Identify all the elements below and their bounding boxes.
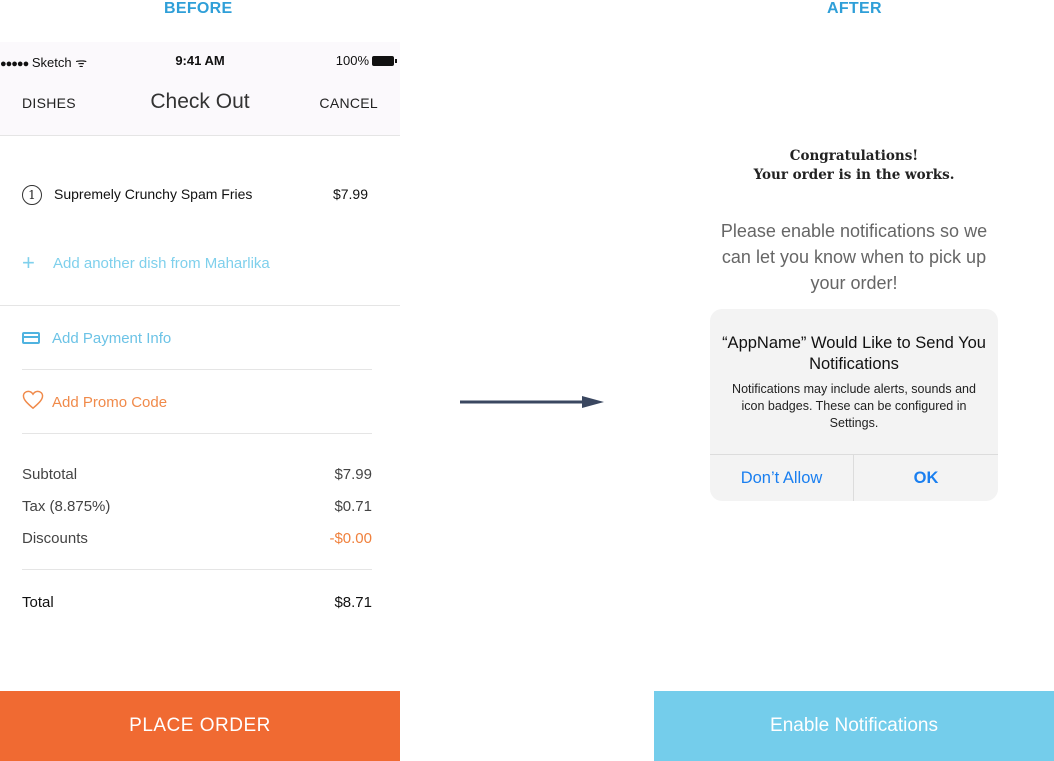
item-price: $7.99: [332, 186, 368, 202]
divider: [0, 305, 400, 306]
subtotal-row: Subtotal $7.99: [22, 466, 372, 486]
alert-message: Notifications may include alerts, sounds…: [732, 382, 976, 430]
arrow-right-icon: [460, 396, 604, 408]
navigation-bar: DISHES Check Out CANCEL: [0, 78, 400, 136]
congrats-message: Congratulations! Your order is in the wo…: [654, 147, 1054, 185]
enable-notifications-button[interactable]: Enable Notifications: [654, 691, 1054, 761]
discounts-label: Discounts: [22, 530, 88, 547]
congrats-line-2: Your order is in the works.: [753, 167, 955, 183]
alert-title: “AppName” Would Like to Send You Notific…: [722, 334, 986, 373]
place-order-button[interactable]: PLACE ORDER: [0, 691, 400, 761]
discounts-row: Discounts -$0.00: [22, 530, 372, 550]
notification-permission-alert: “AppName” Would Like to Send You Notific…: [710, 309, 998, 501]
before-label: BEFORE: [164, 0, 233, 17]
add-promo-label: Add Promo Code: [52, 394, 168, 411]
divider: [22, 569, 372, 570]
comparison-canvas: BEFORE AFTER ●●●●● Sketch ᯤ 9:41 AM 100%…: [0, 0, 1054, 761]
after-label: AFTER: [827, 0, 882, 17]
credit-card-icon: [22, 332, 40, 344]
total-label: Total: [22, 594, 54, 611]
tax-value: $0.71: [334, 498, 372, 515]
subtotal-label: Subtotal: [22, 466, 78, 483]
heart-icon: [22, 390, 44, 414]
tax-row: Tax (8.875%) $0.71: [22, 498, 372, 518]
checkout-screen: ●●●●● Sketch ᯤ 9:41 AM 100% DISHES Check…: [0, 42, 400, 761]
item-name: Supremely Crunchy Spam Fries: [54, 186, 253, 202]
divider: [22, 369, 372, 370]
add-payment-label: Add Payment Info: [52, 330, 172, 347]
add-dish-label: Add another dish from Maharlika: [53, 255, 270, 272]
total-value: $8.71: [334, 594, 372, 611]
cancel-button[interactable]: CANCEL: [319, 95, 378, 111]
divider: [22, 433, 372, 434]
order-item-row[interactable]: 1 Supremely Crunchy Spam Fries $7.99: [22, 185, 372, 207]
alert-actions: Don’t Allow OK: [710, 454, 998, 501]
tax-label: Tax (8.875%): [22, 498, 111, 515]
congrats-line-1: Congratulations!: [789, 148, 919, 164]
ok-button[interactable]: OK: [854, 455, 998, 501]
add-payment-button[interactable]: Add Payment Info: [22, 330, 171, 347]
add-dish-button[interactable]: + Add another dish from Maharlika: [22, 250, 270, 276]
add-promo-button[interactable]: Add Promo Code: [22, 390, 167, 414]
notification-prompt: Please enable notifications so we can le…: [720, 221, 988, 293]
total-row: Total $8.71: [22, 594, 372, 614]
status-bar: ●●●●● Sketch ᯤ 9:41 AM 100%: [0, 42, 400, 78]
battery-icon: [372, 56, 397, 66]
quantity-badge: 1: [22, 185, 42, 205]
battery-status: 100%: [335, 53, 397, 68]
subtotal-value: $7.99: [334, 466, 372, 483]
discounts-value: -$0.00: [329, 530, 372, 547]
dont-allow-button[interactable]: Don’t Allow: [710, 455, 854, 501]
plus-icon: +: [22, 250, 35, 275]
battery-percent: 100%: [335, 53, 369, 68]
